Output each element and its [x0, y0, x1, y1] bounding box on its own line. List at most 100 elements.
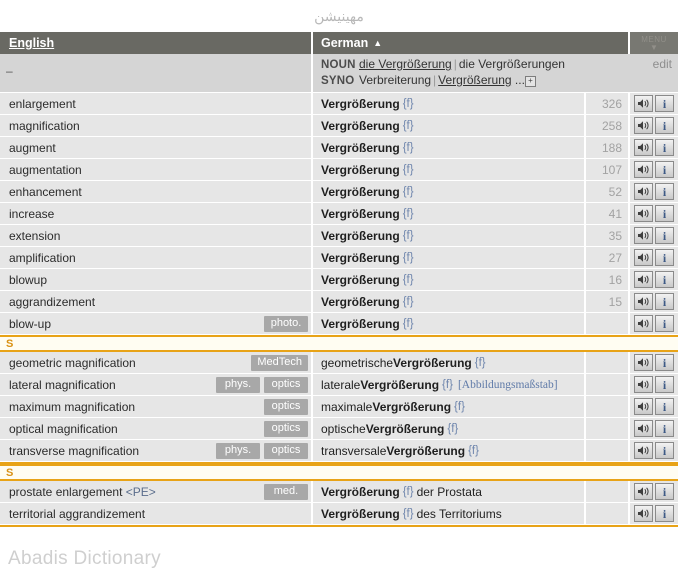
cell-english[interactable]: magnification [0, 115, 313, 136]
audio-play-button[interactable] [634, 183, 653, 200]
audio-play-button[interactable] [634, 205, 653, 222]
subject-tag[interactable]: photo. [264, 315, 308, 332]
cell-german[interactable]: Vergrößerung {f} [313, 137, 586, 158]
cell-german[interactable]: geometrische Vergrößerung {f} [313, 352, 586, 373]
table-row[interactable]: transverse magnification phys. optics trans… [0, 440, 678, 462]
table-row[interactable]: territorial aggrandizement Vergrößerung {f… [0, 503, 678, 525]
audio-play-button[interactable] [634, 354, 653, 371]
audio-play-button[interactable] [634, 376, 653, 393]
cell-german[interactable]: Vergrößerung {f} [313, 225, 586, 246]
cell-english[interactable]: lateral magnification phys. optics [0, 374, 313, 395]
cell-german[interactable]: maximale Vergrößerung {f} [313, 396, 586, 417]
subject-tag[interactable]: optics [264, 398, 308, 415]
info-button[interactable]: i [655, 161, 674, 178]
cell-german[interactable]: Vergrößerung {f} [313, 93, 586, 114]
cell-german[interactable]: Vergrößerung {f} [313, 159, 586, 180]
cell-german[interactable]: laterale Vergrößerung {f} [Abbildungsmaßst… [313, 374, 586, 395]
subject-tag[interactable]: phys. [216, 442, 260, 459]
info-button[interactable]: i [655, 483, 674, 500]
column-header-german[interactable]: German ▲ [313, 32, 630, 54]
cell-english[interactable]: extension [0, 225, 313, 246]
info-button[interactable]: i [655, 271, 674, 288]
table-row[interactable]: enhancement Vergrößerung {f} 52 i [0, 181, 678, 203]
subject-tag[interactable]: phys. [216, 376, 260, 393]
cell-english[interactable]: optical magnification optics [0, 418, 313, 439]
table-row[interactable]: aggrandizement Vergrößerung {f} 15 i [0, 291, 678, 313]
table-row[interactable]: extension Vergrößerung {f} 35 i [0, 225, 678, 247]
info-button[interactable]: i [655, 398, 674, 415]
syno-first[interactable]: Verbreiterung [359, 73, 431, 87]
audio-play-button[interactable] [634, 420, 653, 437]
info-button[interactable]: i [655, 315, 674, 332]
audio-play-button[interactable] [634, 139, 653, 156]
cell-english[interactable]: aggrandizement [0, 291, 313, 312]
noun-singular[interactable]: die Vergrößerung [359, 57, 452, 71]
cell-german[interactable]: transversale Vergrößerung {f} [313, 440, 586, 461]
cell-german[interactable]: Vergrößerung {f} der Prostata [313, 481, 586, 502]
info-button[interactable]: i [655, 95, 674, 112]
audio-play-button[interactable] [634, 161, 653, 178]
subject-tag[interactable]: optics [264, 442, 308, 459]
info-button[interactable]: i [655, 117, 674, 134]
cell-german[interactable]: Vergrößerung {f} [313, 203, 586, 224]
syno-second[interactable]: Vergrößerung [438, 73, 511, 87]
cell-english[interactable]: maximum magnification optics [0, 396, 313, 417]
audio-play-button[interactable] [634, 505, 653, 522]
audio-play-button[interactable] [634, 483, 653, 500]
table-row[interactable]: increase Vergrößerung {f} 41 i [0, 203, 678, 225]
info-button[interactable]: i [655, 293, 674, 310]
cell-english[interactable]: increase [0, 203, 313, 224]
table-row[interactable]: augmentation Vergrößerung {f} 107 i [0, 159, 678, 181]
table-row[interactable]: optical magnification optics optische Verg… [0, 418, 678, 440]
cell-english[interactable]: prostate enlargement <PE> med. [0, 481, 313, 502]
table-row[interactable]: blowup Vergrößerung {f} 16 i [0, 269, 678, 291]
column-header-english[interactable]: English [0, 32, 313, 54]
edit-link[interactable]: edit [630, 54, 678, 92]
info-button[interactable]: i [655, 249, 674, 266]
table-row[interactable]: amplification Vergrößerung {f} 27 i [0, 247, 678, 269]
audio-play-button[interactable] [634, 442, 653, 459]
cell-english[interactable]: enlargement [0, 93, 313, 114]
table-row[interactable]: lateral magnification phys. optics laterale… [0, 374, 678, 396]
cell-english[interactable]: geometric magnification MedTech [0, 352, 313, 373]
info-button[interactable]: i [655, 227, 674, 244]
info-button[interactable]: i [655, 205, 674, 222]
cell-english[interactable]: augmentation [0, 159, 313, 180]
info-button[interactable]: i [655, 505, 674, 522]
table-row[interactable]: prostate enlargement <PE> med. Vergrößerun… [0, 481, 678, 503]
info-button[interactable]: i [655, 183, 674, 200]
cell-english[interactable]: blow-up photo. [0, 313, 313, 334]
info-button[interactable]: i [655, 139, 674, 156]
table-row[interactable]: blow-up photo. Vergrößerung {f} i [0, 313, 678, 335]
cell-german[interactable]: Vergrößerung {f} [313, 181, 586, 202]
audio-play-button[interactable] [634, 95, 653, 112]
cell-german[interactable]: Vergrößerung {f} [313, 291, 586, 312]
cell-german[interactable]: optische Vergrößerung {f} [313, 418, 586, 439]
cell-english[interactable]: transverse magnification phys. optics [0, 440, 313, 461]
table-row[interactable]: geometric magnification MedTech geometrisc… [0, 352, 678, 374]
audio-play-button[interactable] [634, 315, 653, 332]
menu-button[interactable]: MENU ▼ [630, 32, 678, 54]
subject-tag[interactable]: optics [264, 420, 308, 437]
cell-german[interactable]: Vergrößerung {f} [313, 115, 586, 136]
cell-german[interactable]: Vergrößerung {f} [313, 313, 586, 334]
cell-english[interactable]: territorial aggrandizement [0, 503, 313, 524]
info-button[interactable]: i [655, 354, 674, 371]
cell-german[interactable]: Vergrößerung {f} [313, 247, 586, 268]
audio-play-button[interactable] [634, 293, 653, 310]
subject-tag[interactable]: optics [264, 376, 308, 393]
info-button[interactable]: i [655, 376, 674, 393]
cell-english[interactable]: amplification [0, 247, 313, 268]
subject-tag[interactable]: MedTech [251, 354, 308, 371]
audio-play-button[interactable] [634, 117, 653, 134]
cell-german[interactable]: Vergrößerung {f} des Territoriums [313, 503, 586, 524]
info-button[interactable]: i [655, 442, 674, 459]
audio-play-button[interactable] [634, 227, 653, 244]
audio-play-button[interactable] [634, 271, 653, 288]
cell-english[interactable]: enhancement [0, 181, 313, 202]
audio-play-button[interactable] [634, 398, 653, 415]
cell-english[interactable]: augment [0, 137, 313, 158]
subject-tag[interactable]: med. [264, 483, 308, 500]
cell-german[interactable]: Vergrößerung {f} [313, 269, 586, 290]
table-row[interactable]: maximum magnification optics maximale Verg… [0, 396, 678, 418]
